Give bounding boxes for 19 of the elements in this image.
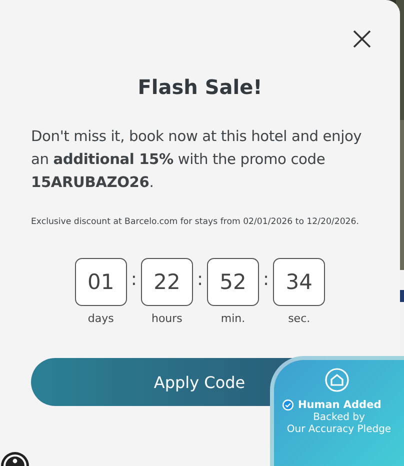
close-icon[interactable]: [352, 29, 372, 49]
badge-text: Our Accuracy Pledge: [286, 424, 392, 436]
time-separator: :: [196, 269, 204, 290]
countdown-value: 22: [140, 258, 193, 306]
badge-text: Backed by: [313, 412, 365, 424]
house-icon: [325, 368, 349, 392]
countdown-label: days: [88, 312, 114, 325]
countdown-value: 01: [74, 258, 127, 306]
dialog-title: Flash Sale!: [136, 75, 264, 99]
time-separator: :: [263, 269, 270, 290]
fine-print: Exclusive discount at Barcelo.com for stays from 02/01/2026 to 12/20/2026.: [31, 216, 360, 229]
check-icon: [282, 399, 294, 411]
countdown-label: min.: [220, 312, 246, 325]
countdown-value: 52: [207, 258, 260, 306]
countdown-value: 34: [273, 258, 326, 306]
promo-message: Don't miss it, book now at this hotel and enjoy an additional 15% with the promo code 15ARUBAZO26.: [31, 127, 363, 193]
countdown-label: sec.: [288, 312, 310, 325]
countdown-label: hours: [151, 312, 182, 325]
time-separator: :: [130, 269, 137, 290]
